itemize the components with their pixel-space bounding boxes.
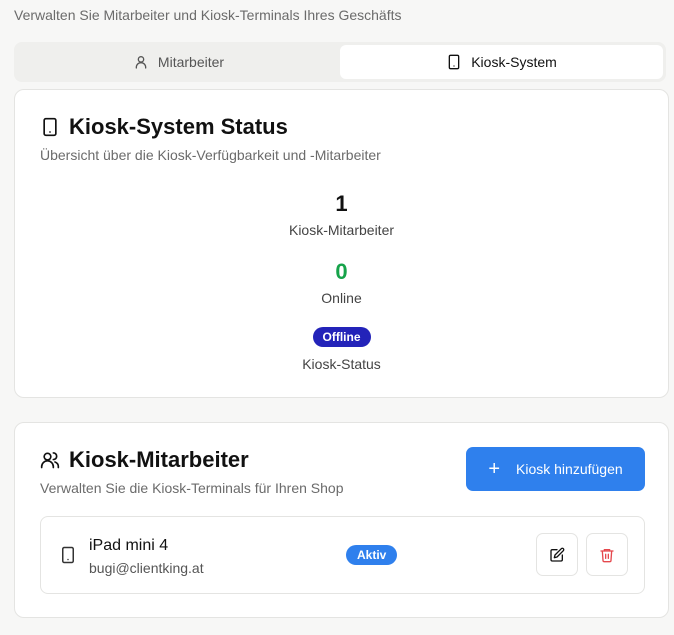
plus-icon: + bbox=[488, 458, 501, 480]
tablet-icon bbox=[62, 546, 74, 564]
tablet-icon bbox=[43, 117, 57, 137]
status-card-title: Kiosk-System Status bbox=[40, 114, 288, 140]
tablet-icon bbox=[448, 54, 460, 70]
tab-bar: Mitarbeiter Kiosk-System bbox=[14, 42, 666, 82]
status-badge: Offline bbox=[312, 327, 371, 347]
tab-mitarbeiter[interactable]: Mitarbeiter bbox=[17, 45, 340, 79]
status-card-title-text: Kiosk-System Status bbox=[69, 114, 288, 139]
kiosk-staff-stat: 1 Kiosk-Mitarbeiter bbox=[15, 191, 668, 238]
users-icon bbox=[40, 452, 60, 469]
staff-card-subtitle: Verwalten Sie die Kiosk-Terminals für Ih… bbox=[40, 480, 344, 496]
kiosk-staff-count: 1 bbox=[335, 191, 348, 216]
online-stat: 0 Online bbox=[15, 259, 668, 306]
kiosk-name: iPad mini 4 bbox=[89, 537, 169, 554]
add-kiosk-label: Kiosk hinzufügen bbox=[516, 461, 623, 477]
kiosk-list-item: iPad mini 4 bugi@clientking.at Aktiv bbox=[40, 516, 645, 594]
kiosk-staff-label: Kiosk-Mitarbeiter bbox=[288, 222, 395, 238]
tab-mitarbeiter-label: Mitarbeiter bbox=[157, 54, 225, 70]
kiosk-staff-card: Kiosk-Mitarbeiter Verwalten Sie die Kios… bbox=[14, 422, 669, 618]
staff-card-title-text: Kiosk-Mitarbeiter bbox=[69, 447, 249, 472]
kiosk-status-card: Kiosk-System Status Übersicht über die K… bbox=[14, 89, 669, 398]
kiosk-status-label: Kiosk-Status bbox=[302, 356, 381, 372]
kiosk-status-badge: Aktiv bbox=[346, 545, 398, 565]
tab-kiosk-system[interactable]: Kiosk-System bbox=[340, 45, 663, 79]
edit-icon bbox=[550, 547, 565, 562]
online-count: 0 bbox=[335, 259, 348, 284]
staff-card-title: Kiosk-Mitarbeiter bbox=[40, 447, 249, 473]
delete-button[interactable] bbox=[586, 533, 628, 576]
status-card-subtitle: Übersicht über die Kiosk-Verfügbarkeit u… bbox=[40, 147, 381, 163]
kiosk-status-stat: Offline Kiosk-Status bbox=[15, 327, 668, 372]
online-label: Online bbox=[321, 290, 362, 306]
edit-button[interactable] bbox=[536, 533, 578, 576]
kiosk-email: bugi@clientking.at bbox=[89, 560, 204, 576]
user-icon bbox=[135, 56, 147, 69]
trash-icon bbox=[600, 548, 614, 562]
add-kiosk-button[interactable]: + Kiosk hinzufügen bbox=[466, 447, 645, 491]
page-subtitle: Verwalten Sie Mitarbeiter und Kiosk-Term… bbox=[14, 7, 402, 23]
tab-kiosk-system-label: Kiosk-System bbox=[471, 54, 557, 70]
